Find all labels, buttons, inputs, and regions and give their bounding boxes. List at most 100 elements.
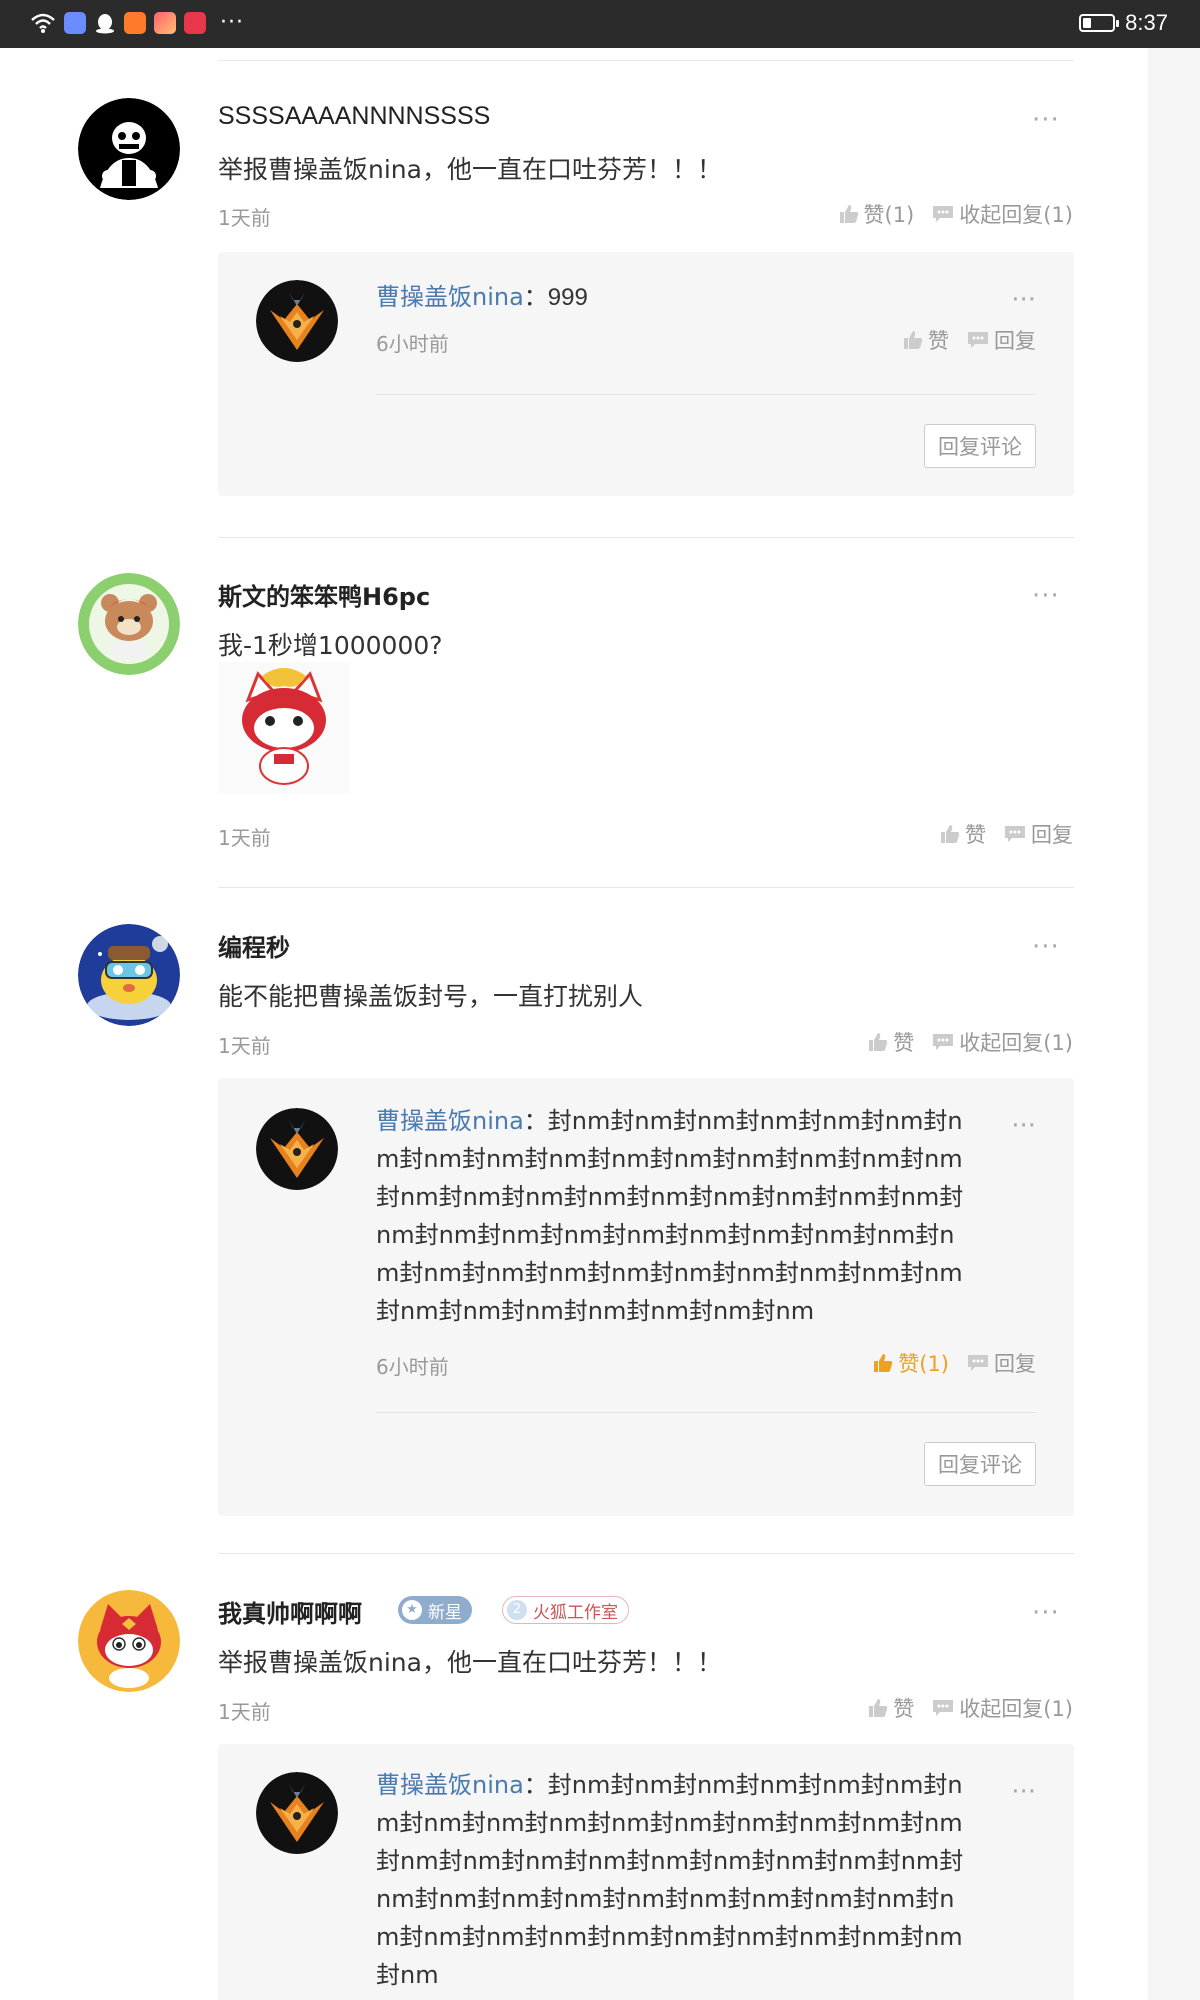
reply-time: 6小时前 <box>376 1355 449 1379</box>
avatar[interactable] <box>78 1590 180 1692</box>
reply-text: 曹操盖饭nina：封nm封nm封nm封nm封nm封nm封nm封nm封nm封nm封… <box>376 1766 968 1994</box>
like-label: 赞 <box>893 1031 915 1055</box>
video-app-icon <box>124 12 146 34</box>
sticker-image[interactable] <box>218 662 350 794</box>
reply-comment-button[interactable]: 回复评论 <box>924 1442 1036 1486</box>
avatar[interactable] <box>78 98 180 200</box>
like-button[interactable]: 赞 <box>940 819 986 849</box>
scroll-gutter <box>1148 48 1200 2000</box>
like-label: 赞 <box>893 1697 915 1721</box>
reply-button[interactable]: 回复 <box>967 1348 1036 1378</box>
collapse-replies-button[interactable]: 收起回复(1) <box>932 1693 1073 1723</box>
comment-actions: 赞 收起回复(1) <box>868 1693 1073 1723</box>
reply-label: 回复 <box>994 329 1036 353</box>
divider <box>218 537 1074 538</box>
more-options-icon[interactable]: ··· <box>1032 583 1060 609</box>
comment-time: 1天前 <box>218 1700 271 1724</box>
collapse-replies-label: 收起回复(1) <box>959 203 1073 227</box>
thumb-up-icon <box>941 825 960 843</box>
thumb-up-icon <box>874 1354 893 1372</box>
reply-time: 6小时前 <box>376 332 449 356</box>
divider <box>376 394 1036 395</box>
reply-button[interactable]: 回复 <box>1004 819 1073 849</box>
status-bar: ··· 8:37 <box>0 0 1200 48</box>
comment-text: 举报曹操盖饭nina，他一直在口吐芬芳！！！ <box>218 1648 722 1677</box>
collapse-replies-label: 收起回复(1) <box>959 1697 1073 1721</box>
more-options-icon[interactable]: ··· <box>1032 107 1060 133</box>
comment-bubble-icon <box>933 1034 954 1050</box>
reply-avatar[interactable] <box>256 280 338 362</box>
collapse-replies-button[interactable]: 收起回复(1) <box>932 199 1073 229</box>
like-label: 赞(1) <box>898 1352 949 1376</box>
app-store-icon <box>154 12 176 34</box>
reply-box: 曹操盖饭nina：999 ··· 6小时前 赞 回复 回复评论 <box>218 252 1074 496</box>
thumb-up-icon <box>904 331 923 349</box>
reply-comment-button[interactable]: 回复评论 <box>924 424 1036 468</box>
username[interactable]: 编程秒 <box>218 928 290 963</box>
like-label: 赞 <box>928 329 949 353</box>
comment-bubble-icon <box>933 1700 954 1716</box>
level-icon: 2 <box>507 1600 527 1620</box>
like-button[interactable]: 赞(1) <box>873 1348 949 1378</box>
reply-separator: ： <box>523 1107 548 1135</box>
thumb-up-icon <box>869 1699 888 1717</box>
username[interactable]: 我真帅啊啊啊 <box>218 1594 362 1629</box>
reply-text: 曹操盖饭nina：封nm封nm封nm封nm封nm封nm封nm封nm封nm封nm封… <box>376 1102 968 1330</box>
comment-text: 我-1秒增1000000? <box>218 631 443 660</box>
more-options-icon[interactable]: ··· <box>1032 934 1060 960</box>
divider <box>218 1553 1074 1554</box>
username[interactable]: 斯文的笨笨鸭H6pc <box>218 577 430 612</box>
comment-bubble-icon <box>1005 826 1025 842</box>
like-button[interactable]: 赞 <box>868 1693 914 1723</box>
reply-content: 封nm封nm封nm封nm封nm封nm封nm封nm封nm封nm封nm封nm封nm封… <box>376 1771 964 1989</box>
comment-actions: 赞 收起回复(1) <box>868 1027 1073 1057</box>
comment-text: 举报曹操盖饭nina，他一直在口吐芬芳！！！ <box>218 155 722 184</box>
reply-username[interactable]: 曹操盖饭nina <box>376 1771 524 1799</box>
more-options-icon[interactable]: ··· <box>1011 287 1036 313</box>
divider <box>218 60 1074 61</box>
comment-actions: 赞(1) 收起回复(1) <box>839 199 1073 229</box>
like-label: 赞 <box>965 823 986 847</box>
more-notifications-icon: ··· <box>220 10 244 35</box>
reply-label: 回复 <box>994 1352 1036 1376</box>
badge-label: 火狐工作室 <box>533 1602 618 1623</box>
reply-box: 曹操盖饭nina：封nm封nm封nm封nm封nm封nm封nm封nm封nm封nm封… <box>218 1078 1074 1516</box>
reply-username[interactable]: 曹操盖饭nina <box>376 283 524 311</box>
comment-text: 能不能把曹操盖饭封号，一直打扰别人 <box>218 982 644 1011</box>
reply-avatar[interactable] <box>256 1108 338 1190</box>
reply-separator: ： <box>523 283 548 311</box>
comment-time: 1天前 <box>218 1034 271 1058</box>
collapse-replies-button[interactable]: 收起回复(1) <box>932 1027 1073 1057</box>
red-app-icon <box>184 12 206 34</box>
reply-button[interactable]: 回复 <box>967 325 1036 355</box>
username[interactable]: SSSSAAAANNNNSSSS <box>218 102 490 131</box>
more-options-icon[interactable]: ··· <box>1011 1113 1036 1139</box>
more-options-icon[interactable]: ··· <box>1011 1779 1036 1805</box>
avatar[interactable] <box>78 573 180 675</box>
reply-username[interactable]: 曹操盖饭nina <box>376 1107 524 1135</box>
divider <box>376 1412 1036 1413</box>
like-label: 赞(1) <box>863 203 915 227</box>
comment-time: 1天前 <box>218 206 271 230</box>
reply-label: 回复 <box>1031 823 1073 847</box>
badge-new-star[interactable]: ★ 新星 <box>398 1596 472 1624</box>
like-button[interactable]: 赞 <box>903 325 949 355</box>
like-button[interactable]: 赞(1) <box>839 199 915 229</box>
badge-label: 新星 <box>428 1602 462 1623</box>
more-options-icon[interactable]: ··· <box>1032 1600 1060 1626</box>
clock: 8:37 <box>1125 10 1168 35</box>
qq-icon <box>94 12 116 34</box>
battery-icon <box>1079 14 1120 32</box>
music-app-icon <box>64 12 86 34</box>
collapse-replies-label: 收起回复(1) <box>959 1031 1073 1055</box>
star-icon: ★ <box>402 1600 422 1620</box>
reply-actions: 赞(1) 回复 <box>873 1348 1036 1378</box>
status-right: 8:37 <box>1079 10 1168 36</box>
reply-actions: 赞 回复 <box>903 325 1036 355</box>
wifi-icon <box>31 13 55 33</box>
badge-studio[interactable]: 2 火狐工作室 <box>502 1596 629 1624</box>
like-button[interactable]: 赞 <box>868 1027 914 1057</box>
avatar[interactable] <box>78 924 180 1026</box>
reply-box: 曹操盖饭nina：封nm封nm封nm封nm封nm封nm封nm封nm封nm封nm封… <box>218 1744 1074 2000</box>
reply-avatar[interactable] <box>256 1772 338 1854</box>
